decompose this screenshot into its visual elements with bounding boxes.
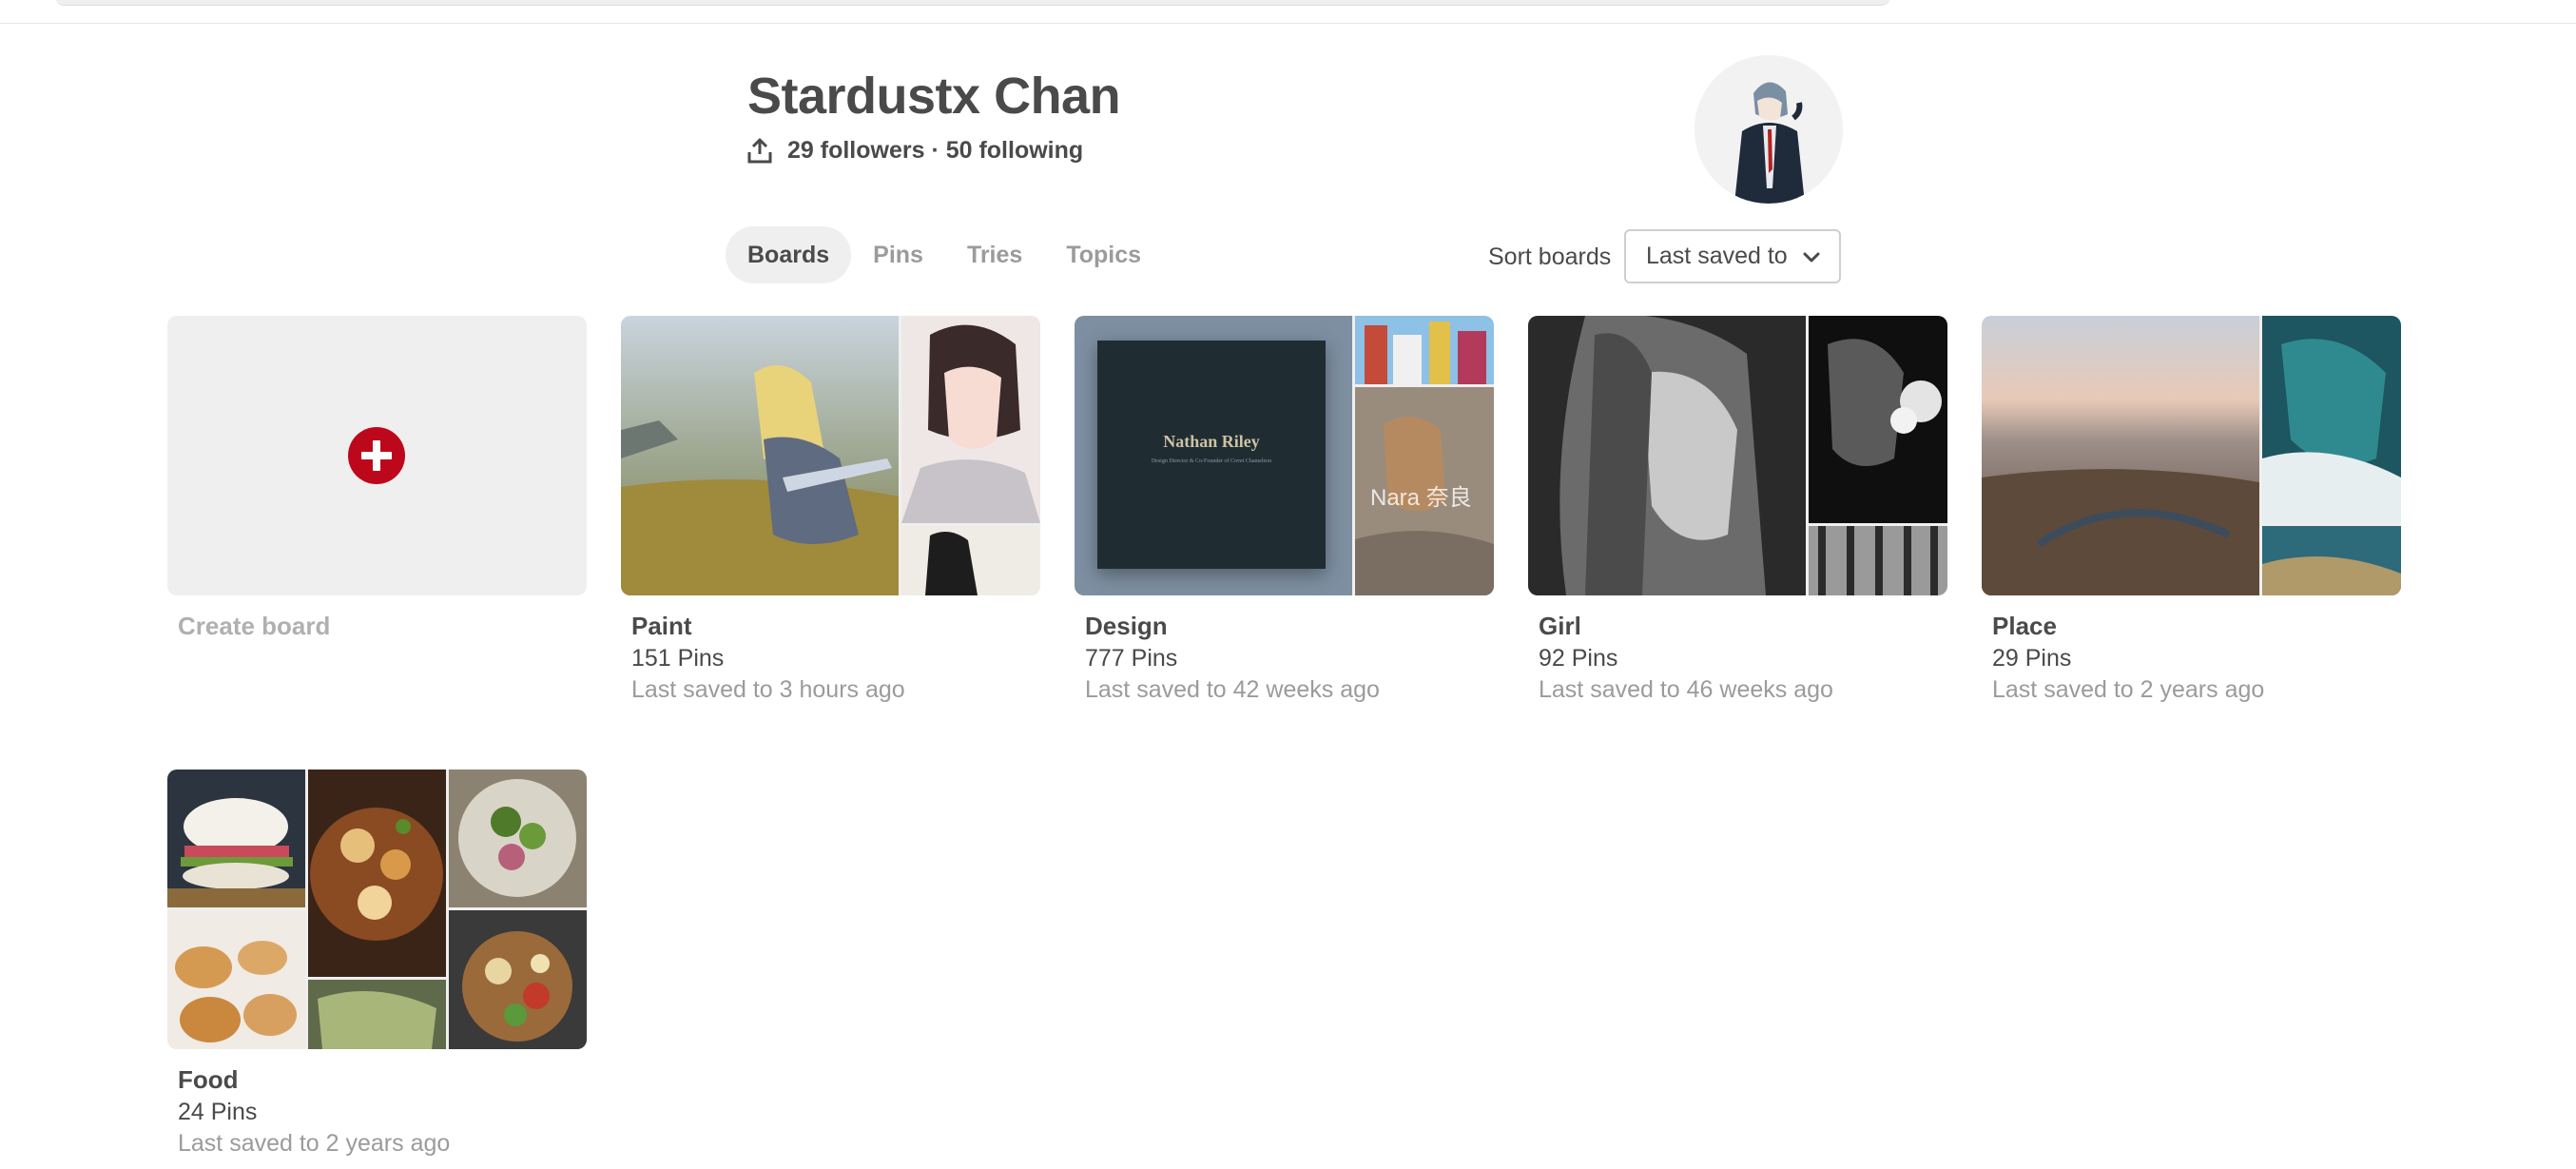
design-card-subtitle: Design Director & Co-Founder of Covet Ch… <box>1151 458 1272 464</box>
profile-page: Stardustx Chan 29 followers · 50 followi… <box>0 0 2576 1169</box>
board-card-place[interactable]: Place 29 Pins Last saved to 2 years ago <box>1982 316 2401 704</box>
sort-selected-value: Last saved to <box>1646 243 1788 269</box>
board-cover-image <box>2262 316 2401 523</box>
tab-topics[interactable]: Topics <box>1044 226 1163 283</box>
board-cover[interactable] <box>621 316 1040 595</box>
board-pin-count: 777 Pins <box>1085 645 1178 672</box>
board-cover[interactable]: Nathan Riley Design Director & Co-Founde… <box>1075 316 1494 595</box>
board-cover-image <box>901 316 1040 523</box>
share-icon[interactable] <box>747 138 772 165</box>
tab-boards[interactable]: Boards <box>726 226 852 283</box>
board-last-saved: Last saved to 42 weeks ago <box>1085 676 1380 703</box>
board-pin-count: 151 Pins <box>631 645 725 672</box>
board-last-saved: Last saved to 46 weeks ago <box>1539 676 1833 703</box>
board-cover-image: Nathan Riley Design Director & Co-Founde… <box>1075 316 1352 595</box>
create-board-label[interactable]: Create board <box>178 612 587 641</box>
board-pin-count: 92 Pins <box>1539 645 1618 672</box>
create-board-tile[interactable] <box>167 316 587 595</box>
board-cover[interactable] <box>167 770 587 1049</box>
header-divider <box>0 23 2576 24</box>
board-cover[interactable] <box>1528 316 1947 595</box>
profile-tabs: Boards Pins Tries Topics <box>726 226 1163 283</box>
nara-caption: Nara 奈良 <box>1370 485 1472 511</box>
board-card-girl[interactable]: Girl 92 Pins Last saved to 46 weeks ago <box>1528 316 1947 704</box>
board-cover-image <box>1982 316 2259 595</box>
board-last-saved: Last saved to 2 years ago <box>178 1130 451 1157</box>
followers-following[interactable]: 29 followers · 50 following <box>787 137 1083 165</box>
board-pin-count: 29 Pins <box>1992 645 2072 672</box>
board-cover-image <box>308 980 446 1049</box>
board-last-saved: Last saved to 2 years ago <box>1992 676 2265 703</box>
board-cover-image: Nara 奈良 <box>1355 387 1494 595</box>
board-cover-image <box>449 770 587 907</box>
board-cover-image <box>1355 316 1494 384</box>
sort-boards-select[interactable]: Last saved to <box>1624 229 1841 283</box>
board-last-saved: Last saved to 3 hours ago <box>631 676 905 703</box>
board-pin-count: 24 Pins <box>178 1099 258 1125</box>
chevron-down-icon <box>1803 252 1820 263</box>
design-card-title: Nathan Riley <box>1163 432 1260 451</box>
board-title[interactable]: Girl <box>1539 612 1947 641</box>
sort-boards-label: Sort boards <box>1488 244 1612 270</box>
tab-pins[interactable]: Pins <box>851 226 945 283</box>
board-card-design[interactable]: Nathan Riley Design Director & Co-Founde… <box>1075 316 1494 704</box>
board-title[interactable]: Food <box>178 1065 587 1095</box>
board-title[interactable]: Paint <box>631 612 1040 641</box>
avatar-illustration <box>1695 55 1843 204</box>
board-cover-image <box>901 526 1040 595</box>
board-cover-image <box>1809 316 1947 523</box>
board-cover-image <box>1528 316 1806 595</box>
design-card: Nathan Riley Design Director & Co-Founde… <box>1097 341 1326 569</box>
tab-tries[interactable]: Tries <box>945 226 1044 283</box>
board-cover-image <box>167 910 305 1049</box>
search-bar[interactable] <box>55 0 1890 6</box>
board-cover-image <box>2262 526 2401 595</box>
board-title[interactable]: Place <box>1992 612 2401 641</box>
profile-name: Stardustx Chan <box>747 68 1121 125</box>
board-cover-image <box>308 770 446 977</box>
board-cover-image <box>449 910 587 1049</box>
board-cover[interactable] <box>1982 316 2401 595</box>
add-icon[interactable] <box>348 427 405 484</box>
board-title[interactable]: Design <box>1085 612 1494 641</box>
board-card-food[interactable]: Food 24 Pins Last saved to 2 years ago <box>167 770 587 1158</box>
profile-stats: 29 followers · 50 following <box>747 137 1083 165</box>
board-cover-image <box>1809 526 1947 595</box>
avatar[interactable] <box>1695 55 1843 204</box>
board-cover-image <box>167 770 305 907</box>
create-board-card[interactable]: Create board <box>167 316 587 641</box>
board-card-paint[interactable]: Paint 151 Pins Last saved to 3 hours ago <box>621 316 1040 704</box>
board-cover-image <box>621 316 899 595</box>
